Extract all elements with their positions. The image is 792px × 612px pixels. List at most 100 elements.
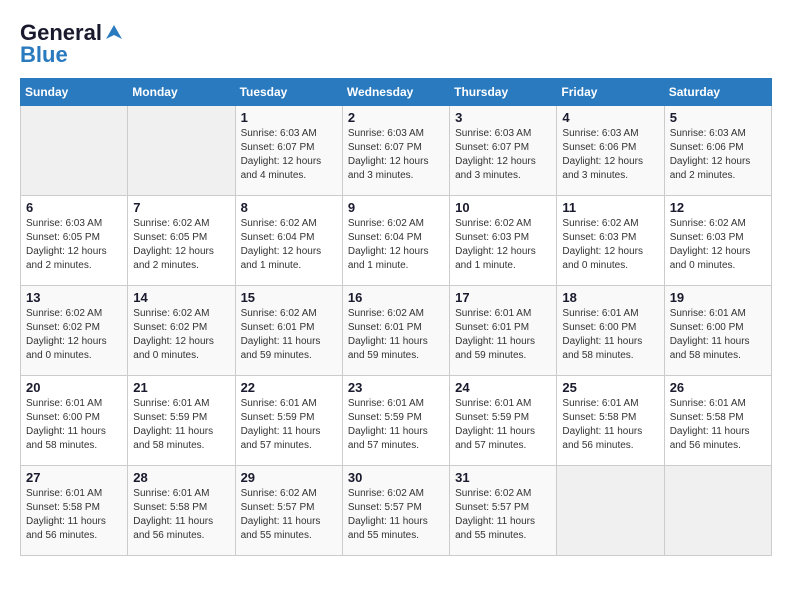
calendar-cell: 8Sunrise: 6:02 AM Sunset: 6:04 PM Daylig… (235, 196, 342, 286)
header-wednesday: Wednesday (342, 79, 449, 106)
header-friday: Friday (557, 79, 664, 106)
day-number: 19 (670, 290, 766, 305)
calendar-cell: 19 Sunrise: 6:01 AM Sunset: 6:00 PM Dayli… (664, 286, 771, 376)
day-info: Sunrise: 6:01 AM Sunset: 5:58 PM Dayligh… (26, 487, 122, 543)
day-info: Sunrise: 6:02 AM Sunset: 6:03 PM Dayligh… (455, 217, 551, 273)
day-info: Sunrise: 6:02 AM Sunset: 6:02 PM Dayligh… (26, 307, 122, 363)
logo: General Blue (20, 20, 124, 68)
calendar-cell: 7Sunrise: 6:02 AM Sunset: 6:05 PM Daylig… (128, 196, 235, 286)
day-info: Sunrise: 6:02 AM Sunset: 5:57 PM Dayligh… (455, 487, 551, 543)
calendar-cell: 25 Sunrise: 6:01 AM Sunset: 5:58 PM Dayli… (557, 376, 664, 466)
header-sunday: Sunday (21, 79, 128, 106)
day-number: 14 (133, 290, 229, 305)
calendar-cell: 13Sunrise: 6:02 AM Sunset: 6:02 PM Dayli… (21, 286, 128, 376)
day-info: Sunrise: 6:01 AM Sunset: 6:01 PM Dayligh… (455, 307, 551, 363)
calendar-cell: 2 Sunrise: 6:03 AM Sunset: 6:07 PM Daylig… (342, 106, 449, 196)
day-info: Sunrise: 6:02 AM Sunset: 6:04 PM Dayligh… (241, 217, 337, 273)
logo-blue: Blue (20, 42, 68, 68)
calendar-table: SundayMondayTuesdayWednesdayThursdayFrid… (20, 78, 772, 556)
day-number: 6 (26, 200, 122, 215)
day-info: Sunrise: 6:01 AM Sunset: 5:59 PM Dayligh… (455, 397, 551, 453)
day-number: 18 (562, 290, 658, 305)
day-number: 23 (348, 380, 444, 395)
day-number: 25 (562, 380, 658, 395)
day-info: Sunrise: 6:01 AM Sunset: 5:59 PM Dayligh… (133, 397, 229, 453)
calendar-cell: 22 Sunrise: 6:01 AM Sunset: 5:59 PM Dayli… (235, 376, 342, 466)
header-saturday: Saturday (664, 79, 771, 106)
day-info: Sunrise: 6:02 AM Sunset: 6:03 PM Dayligh… (562, 217, 658, 273)
calendar-cell: 11 Sunrise: 6:02 AM Sunset: 6:03 PM Dayli… (557, 196, 664, 286)
calendar-cell (664, 466, 771, 556)
calendar-cell: 5 Sunrise: 6:03 AM Sunset: 6:06 PM Daylig… (664, 106, 771, 196)
day-info: Sunrise: 6:01 AM Sunset: 5:58 PM Dayligh… (562, 397, 658, 453)
calendar-week-row: 20 Sunrise: 6:01 AM Sunset: 6:00 PM Dayli… (21, 376, 772, 466)
day-info: Sunrise: 6:01 AM Sunset: 5:59 PM Dayligh… (348, 397, 444, 453)
calendar-cell: 26 Sunrise: 6:01 AM Sunset: 5:58 PM Dayli… (664, 376, 771, 466)
day-info: Sunrise: 6:02 AM Sunset: 5:57 PM Dayligh… (348, 487, 444, 543)
day-number: 9 (348, 200, 444, 215)
day-info: Sunrise: 6:03 AM Sunset: 6:06 PM Dayligh… (562, 127, 658, 183)
calendar-cell: 21Sunrise: 6:01 AM Sunset: 5:59 PM Dayli… (128, 376, 235, 466)
calendar-cell: 30 Sunrise: 6:02 AM Sunset: 5:57 PM Dayli… (342, 466, 449, 556)
day-number: 30 (348, 470, 444, 485)
day-number: 27 (26, 470, 122, 485)
day-info: Sunrise: 6:01 AM Sunset: 6:00 PM Dayligh… (562, 307, 658, 363)
day-number: 22 (241, 380, 337, 395)
calendar-cell: 4 Sunrise: 6:03 AM Sunset: 6:06 PM Daylig… (557, 106, 664, 196)
page-header: General Blue (20, 20, 772, 68)
calendar-cell: 31 Sunrise: 6:02 AM Sunset: 5:57 PM Dayli… (450, 466, 557, 556)
day-info: Sunrise: 6:01 AM Sunset: 6:00 PM Dayligh… (670, 307, 766, 363)
calendar-cell: 23 Sunrise: 6:01 AM Sunset: 5:59 PM Dayli… (342, 376, 449, 466)
calendar-cell: 29 Sunrise: 6:02 AM Sunset: 5:57 PM Dayli… (235, 466, 342, 556)
day-info: Sunrise: 6:03 AM Sunset: 6:07 PM Dayligh… (348, 127, 444, 183)
day-number: 31 (455, 470, 551, 485)
day-number: 4 (562, 110, 658, 125)
day-number: 15 (241, 290, 337, 305)
day-info: Sunrise: 6:01 AM Sunset: 5:58 PM Dayligh… (670, 397, 766, 453)
calendar-cell: 6Sunrise: 6:03 AM Sunset: 6:05 PM Daylig… (21, 196, 128, 286)
logo-bird-icon (104, 23, 124, 43)
calendar-cell: 24 Sunrise: 6:01 AM Sunset: 5:59 PM Dayli… (450, 376, 557, 466)
day-number: 10 (455, 200, 551, 215)
day-number: 29 (241, 470, 337, 485)
calendar-cell (128, 106, 235, 196)
day-number: 20 (26, 380, 122, 395)
day-number: 24 (455, 380, 551, 395)
day-info: Sunrise: 6:02 AM Sunset: 6:01 PM Dayligh… (241, 307, 337, 363)
calendar-cell: 20 Sunrise: 6:01 AM Sunset: 6:00 PM Dayli… (21, 376, 128, 466)
calendar-cell: 17 Sunrise: 6:01 AM Sunset: 6:01 PM Dayli… (450, 286, 557, 376)
day-number: 2 (348, 110, 444, 125)
day-info: Sunrise: 6:01 AM Sunset: 5:59 PM Dayligh… (241, 397, 337, 453)
day-info: Sunrise: 6:02 AM Sunset: 5:57 PM Dayligh… (241, 487, 337, 543)
calendar-cell: 15 Sunrise: 6:02 AM Sunset: 6:01 PM Dayli… (235, 286, 342, 376)
day-info: Sunrise: 6:02 AM Sunset: 6:05 PM Dayligh… (133, 217, 229, 273)
day-number: 5 (670, 110, 766, 125)
calendar-week-row: 13Sunrise: 6:02 AM Sunset: 6:02 PM Dayli… (21, 286, 772, 376)
calendar-cell: 27 Sunrise: 6:01 AM Sunset: 5:58 PM Dayli… (21, 466, 128, 556)
day-number: 1 (241, 110, 337, 125)
day-info: Sunrise: 6:03 AM Sunset: 6:06 PM Dayligh… (670, 127, 766, 183)
day-info: Sunrise: 6:02 AM Sunset: 6:03 PM Dayligh… (670, 217, 766, 273)
day-number: 11 (562, 200, 658, 215)
day-number: 16 (348, 290, 444, 305)
calendar-cell: 16 Sunrise: 6:02 AM Sunset: 6:01 PM Dayli… (342, 286, 449, 376)
day-number: 12 (670, 200, 766, 215)
calendar-week-row: 6Sunrise: 6:03 AM Sunset: 6:05 PM Daylig… (21, 196, 772, 286)
calendar-week-row: 1 Sunrise: 6:03 AM Sunset: 6:07 PM Daylig… (21, 106, 772, 196)
day-number: 28 (133, 470, 229, 485)
calendar-cell: 28Sunrise: 6:01 AM Sunset: 5:58 PM Dayli… (128, 466, 235, 556)
day-number: 26 (670, 380, 766, 395)
day-info: Sunrise: 6:01 AM Sunset: 6:00 PM Dayligh… (26, 397, 122, 453)
day-number: 17 (455, 290, 551, 305)
day-info: Sunrise: 6:02 AM Sunset: 6:01 PM Dayligh… (348, 307, 444, 363)
calendar-cell (557, 466, 664, 556)
day-number: 3 (455, 110, 551, 125)
day-info: Sunrise: 6:03 AM Sunset: 6:07 PM Dayligh… (241, 127, 337, 183)
header-monday: Monday (128, 79, 235, 106)
header-thursday: Thursday (450, 79, 557, 106)
header-tuesday: Tuesday (235, 79, 342, 106)
day-info: Sunrise: 6:02 AM Sunset: 6:04 PM Dayligh… (348, 217, 444, 273)
calendar-week-row: 27 Sunrise: 6:01 AM Sunset: 5:58 PM Dayli… (21, 466, 772, 556)
calendar-cell: 14Sunrise: 6:02 AM Sunset: 6:02 PM Dayli… (128, 286, 235, 376)
calendar-cell (21, 106, 128, 196)
